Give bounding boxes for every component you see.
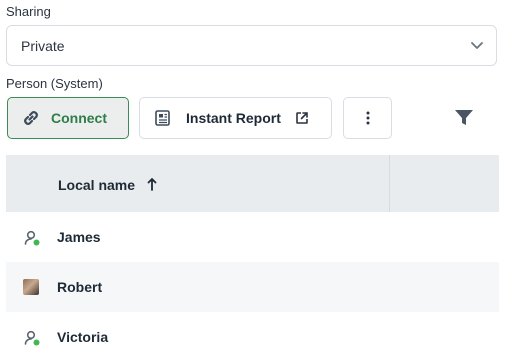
- row-name: Victoria: [57, 329, 109, 345]
- person-table: Local name James Robert Victoria: [6, 155, 499, 359]
- newspaper-icon: [155, 110, 170, 126]
- instant-report-label: Instant Report: [186, 110, 281, 126]
- connect-button-label: Connect: [51, 110, 107, 126]
- link-icon: [24, 111, 38, 125]
- connect-button[interactable]: Connect: [7, 97, 129, 139]
- external-link-icon: [296, 112, 308, 124]
- sort-ascending-icon[interactable]: [147, 177, 157, 191]
- row-name: James: [57, 229, 101, 245]
- table-row[interactable]: Victoria: [6, 312, 499, 362]
- table-header: Local name: [6, 155, 499, 212]
- person-icon: [24, 330, 40, 346]
- instant-report-button[interactable]: Instant Report: [139, 97, 332, 139]
- person-icon: [24, 230, 40, 246]
- filter-icon[interactable]: [453, 108, 475, 128]
- column-divider[interactable]: [389, 155, 390, 212]
- column-header-local-name[interactable]: Local name: [58, 177, 135, 193]
- avatar-photo: [23, 279, 41, 297]
- more-options-button[interactable]: [343, 97, 392, 139]
- row-name: Robert: [57, 279, 103, 295]
- table-row[interactable]: Robert: [6, 262, 499, 312]
- more-vertical-icon: [366, 111, 369, 125]
- sharing-select[interactable]: Private: [6, 25, 497, 66]
- table-row[interactable]: James: [6, 212, 499, 262]
- sharing-select-value: Private: [21, 38, 65, 54]
- person-label: Person (System): [6, 76, 103, 91]
- chevron-down-icon: [471, 42, 483, 49]
- sharing-label: Sharing: [6, 4, 51, 19]
